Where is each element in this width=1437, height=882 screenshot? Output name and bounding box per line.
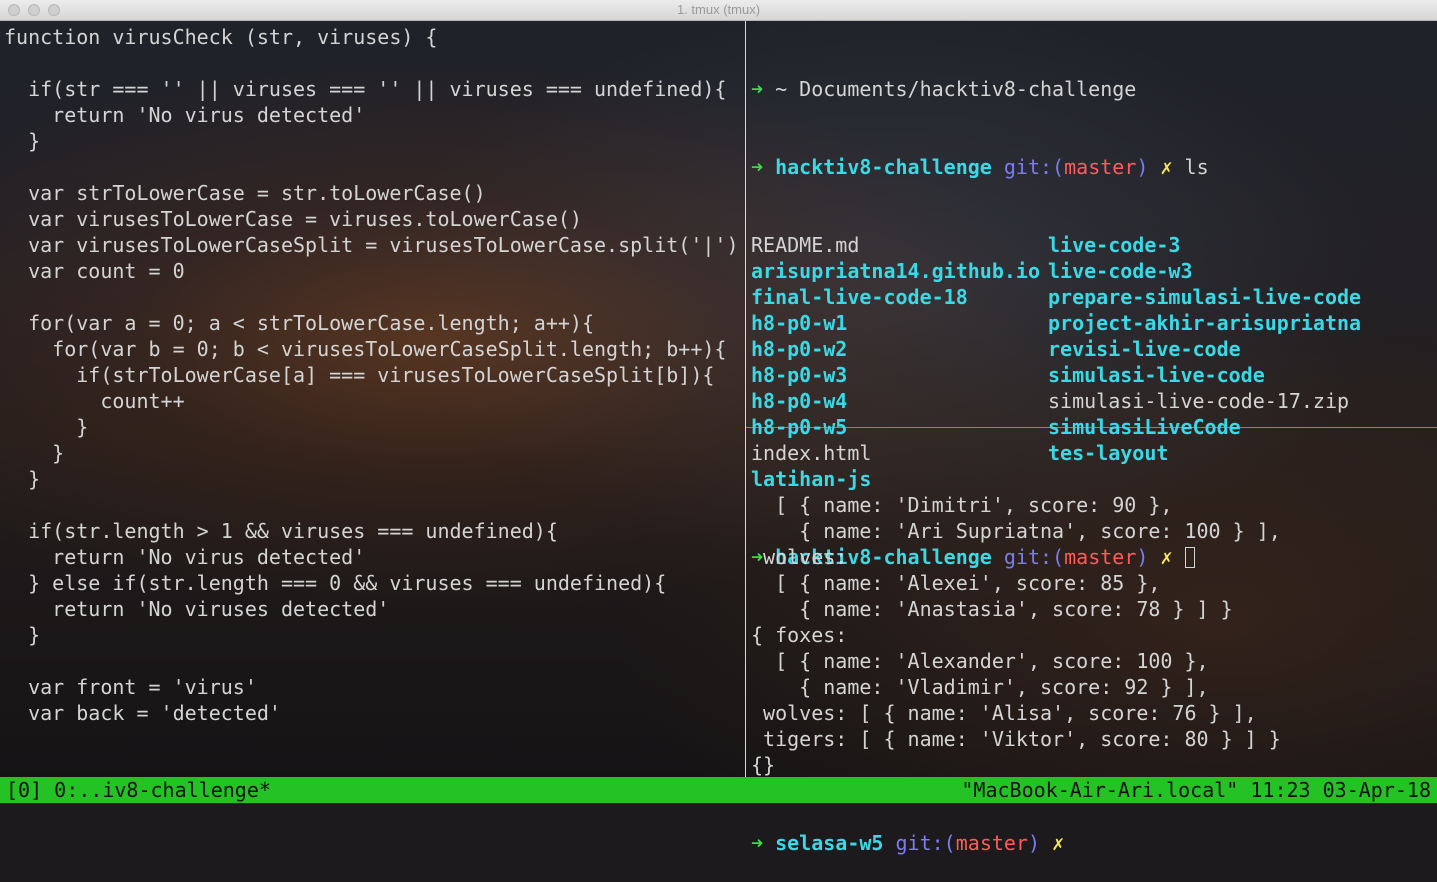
git-branch: master — [1064, 155, 1137, 179]
ls-entry: prepare-simulasi-live-code — [1048, 285, 1362, 309]
prompt-arrow-icon: ➜ — [751, 77, 764, 101]
node-output: [ { name: 'Dimitri', score: 90 }, { name… — [751, 492, 1281, 778]
code-line: count++ — [4, 389, 185, 413]
ls-entry: live-code-w3 — [1048, 259, 1193, 283]
vertical-pane-divider[interactable] — [745, 21, 746, 777]
code-line: if(strToLowerCase[a] === virusesToLowerC… — [4, 363, 715, 387]
code-line: for(var a = 0; a < strToLowerCase.length… — [4, 311, 595, 335]
prompt-dir: selasa-w5 — [775, 831, 884, 855]
ls-prompt-line: ➜ hacktiv8-challenge git:(master) ✗ ls — [751, 154, 1437, 180]
cwd-line: ➜ ~ Documents/hacktiv8-challenge — [751, 76, 1437, 102]
code-line: if(str.length > 1 && viruses === undefin… — [4, 519, 558, 543]
ls-entry: arisupriatna14.github.io — [751, 259, 1040, 283]
ls-entry: simulasi-live-code-17.zip — [1048, 389, 1350, 413]
git-label: git:( — [1003, 155, 1065, 179]
ls-entry: simulasi-live-code — [1048, 363, 1265, 387]
output-line: wolves: [ { name: 'Alisa', score: 76 } ]… — [751, 701, 1257, 725]
code-line: var front = 'virus' — [4, 675, 257, 699]
tmux-status-bar: [0] 0:..iv8-challenge* "MacBook-Air-Ari.… — [0, 777, 1437, 803]
code-line: } else if(str.length === 0 && viruses ==… — [4, 571, 667, 595]
git-label-close: ) — [1027, 831, 1041, 855]
prompt-arrow-icon: ➜ — [751, 831, 764, 855]
code-line: var strToLowerCase = str.toLowerCase() — [4, 181, 486, 205]
code-line: return 'No virus detected' — [4, 103, 366, 127]
window-titlebar: 1. tmux (tmux) — [0, 0, 1437, 21]
output-line: {} — [751, 753, 776, 777]
output-line: wolves: — [751, 545, 848, 569]
output-line: [ { name: 'Alexander', score: 100 }, — [751, 649, 1209, 673]
code-line: var virusesToLowerCaseSplit = virusesToL… — [4, 233, 739, 257]
code-line: } — [4, 467, 41, 491]
output-line: { name: 'Ari Supriatna', score: 100 } ], — [751, 519, 1281, 543]
code-line: var virusesToLowerCase = viruses.toLower… — [4, 207, 582, 231]
prompt-arrow-icon: ➜ — [751, 155, 764, 179]
dirty-icon: ✗ — [1160, 155, 1173, 179]
output-line: [ { name: 'Dimitri', score: 90 }, — [751, 493, 1173, 517]
code-line: for(var b = 0; b < virusesToLowerCaseSpl… — [4, 337, 727, 361]
ls-entry: live-code-3 — [1048, 233, 1181, 257]
code-line: } — [4, 129, 41, 153]
git-branch: master — [955, 831, 1028, 855]
output-line: { foxes: — [751, 623, 848, 647]
current-prompt-line[interactable]: ➜ selasa-w5 git:(master) ✗ — [751, 830, 1281, 856]
code-line: if(str === '' || viruses === '' || virus… — [4, 77, 727, 101]
output-line: { name: 'Anastasia', score: 78 } ] } — [751, 597, 1233, 621]
prompt-dir: hacktiv8-challenge — [775, 155, 992, 179]
ls-entry: revisi-live-code — [1048, 337, 1241, 361]
ls-entry: h8-p0-w1 — [751, 311, 848, 335]
code-line: } — [4, 623, 41, 647]
dirty-icon: ✗ — [1052, 831, 1065, 855]
ls-entry: project-akhir-arisupriatna — [1048, 311, 1362, 335]
code-line: return 'No virus detected' — [4, 545, 366, 569]
window-title: 1. tmux (tmux) — [676, 2, 761, 17]
ls-entry: h8-p0-w5 — [751, 415, 848, 439]
code-line: return 'No viruses detected' — [4, 597, 390, 621]
ls-entry: h8-p0-w3 — [751, 363, 848, 387]
git-label: git:( — [895, 831, 956, 855]
output-line: tigers: [ { name: 'Viktor', score: 80 } … — [751, 727, 1281, 751]
ls-entry: h8-p0-w2 — [751, 337, 848, 361]
code-line: function virusCheck (str, viruses) { — [4, 25, 438, 49]
output-line: { name: 'Vladimir', score: 92 } ], — [751, 675, 1209, 699]
output-line: [ { name: 'Alexei', score: 85 }, — [751, 571, 1161, 595]
left-editor-pane[interactable]: function virusCheck (str, viruses) { if(… — [4, 24, 739, 726]
code-line: var back = 'detected' — [4, 701, 281, 725]
git-label-close: ) — [1136, 155, 1149, 179]
command-text: ls — [1184, 155, 1209, 179]
ls-entry: final-live-code-18 — [751, 285, 968, 309]
bottom-right-terminal-pane[interactable]: [ { name: 'Dimitri', score: 90 }, { name… — [751, 440, 1281, 882]
ls-entry: README.md — [751, 233, 860, 257]
ls-entry: simulasiLiveCode — [1048, 415, 1241, 439]
code-line: } — [4, 415, 89, 439]
code-line: } — [4, 441, 65, 465]
ls-entry: h8-p0-w4 — [751, 389, 848, 413]
cwd-path: ~ Documents/hacktiv8-challenge — [763, 77, 1137, 101]
tmux-status-right: "MacBook-Air-Ari.local" 11:23 03-Apr-18 — [961, 778, 1431, 802]
tmux-window-list[interactable]: [0] 0:..iv8-challenge* — [6, 777, 271, 803]
code-line: var count = 0 — [4, 259, 185, 283]
